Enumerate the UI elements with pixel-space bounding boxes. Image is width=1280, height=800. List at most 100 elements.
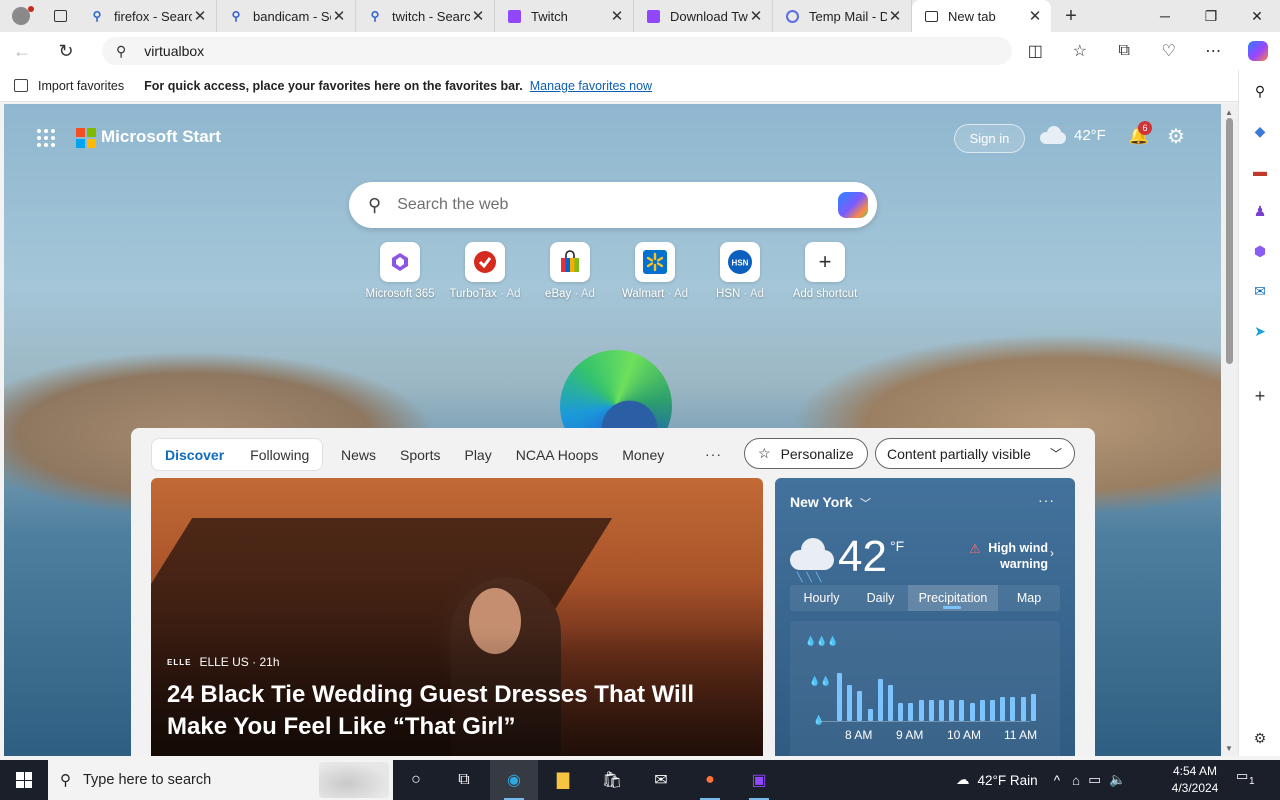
pivot-sports[interactable]: Sports [388, 438, 452, 471]
shortcut-hsn[interactable]: HSN HSN · Ad [697, 242, 783, 300]
scroll-up-icon[interactable]: ▲ [1225, 108, 1233, 117]
content-visibility-dropdown[interactable]: Content partially visible ﹀ [875, 438, 1075, 469]
outlook-icon[interactable]: ✉ [1250, 281, 1270, 301]
tab-temp-mail[interactable]: Temp Mail - Disposable ✕ [773, 0, 912, 32]
tab-firefox-search[interactable]: ⚲ firefox - Search ✕ [78, 0, 217, 32]
drop-send-icon[interactable]: ➤ [1250, 321, 1270, 341]
pivot-money[interactable]: Money [610, 438, 676, 471]
back-button[interactable]: ← [0, 32, 44, 70]
restore-icon[interactable]: ❐ [1188, 0, 1234, 32]
sign-in-button[interactable]: Sign in [954, 124, 1025, 153]
personalize-button[interactable]: ☆ Personalize [744, 438, 868, 469]
pivot-ncaa-hoops[interactable]: NCAA Hoops [504, 438, 610, 471]
more-options-icon[interactable]: ··· [1038, 492, 1055, 508]
search-input[interactable]: Search the web [397, 196, 508, 214]
chevron-down-icon[interactable]: ﹀ [860, 495, 871, 511]
scroll-down-icon[interactable]: ▼ [1225, 744, 1233, 753]
pivot-discover[interactable]: Discover [152, 438, 237, 471]
pivot-following[interactable]: Following [237, 438, 322, 471]
notification-center-icon[interactable]: ▭ 1 [1236, 768, 1260, 792]
scroll-thumb[interactable] [1226, 118, 1233, 364]
shortcut-microsoft-365[interactable]: Microsoft 365 [357, 242, 443, 300]
refresh-button[interactable]: ↻ [44, 32, 88, 70]
task-view-icon[interactable]: ⧉ [440, 760, 488, 800]
close-tab-icon[interactable]: ✕ [1027, 7, 1043, 25]
search-icon[interactable]: ⚲ [1250, 81, 1270, 101]
games-icon[interactable]: ♟ [1250, 201, 1270, 221]
twitch-taskbar-icon[interactable]: ▣ [735, 760, 783, 800]
clock[interactable]: 4:54 AM 4/3/2024 [1165, 763, 1225, 797]
weather-city[interactable]: New York [790, 494, 853, 510]
chevron-up-icon[interactable]: ^ [1054, 773, 1060, 788]
sidebar-settings-icon[interactable]: ⚙ [1250, 728, 1270, 748]
close-tab-icon[interactable]: ✕ [470, 7, 486, 25]
close-tab-icon[interactable]: ✕ [748, 7, 764, 25]
close-tab-icon[interactable]: ✕ [609, 7, 625, 25]
taskbar-search[interactable]: ⚲ Type here to search [48, 760, 393, 800]
close-tab-icon[interactable]: ✕ [887, 7, 903, 25]
mail-icon[interactable]: ✉ [637, 760, 685, 800]
taskbar-search-input[interactable]: Type here to search [83, 772, 211, 788]
store-icon[interactable]: 🛍 [588, 760, 636, 800]
firefox-icon[interactable]: ● [686, 760, 734, 800]
start-button[interactable] [0, 760, 48, 800]
new-tab-button[interactable]: + [1051, 0, 1091, 32]
page-scrollbar[interactable]: ▲ ▼ [1221, 104, 1238, 756]
brand-title[interactable]: Microsoft Start [101, 127, 221, 147]
weather-tab-precipitation[interactable]: Precipitation [908, 585, 998, 611]
address-bar[interactable]: ⚲ virtualbox [102, 37, 1012, 65]
split-screen-icon[interactable]: ◫ [1013, 32, 1058, 70]
settings-more-icon[interactable]: ⋯ [1191, 32, 1236, 70]
close-window-icon[interactable]: ✕ [1234, 0, 1280, 32]
import-favorites-button[interactable]: Import favorites [38, 79, 124, 93]
tab-new-tab[interactable]: New tab ✕ [912, 0, 1051, 32]
pivot-play[interactable]: Play [452, 438, 503, 471]
manage-favorites-link[interactable]: Manage favorites now [530, 79, 652, 93]
weather-tab-daily[interactable]: Daily [853, 585, 908, 611]
address-input[interactable]: virtualbox [144, 43, 204, 59]
header-weather[interactable]: 42°F [1040, 126, 1106, 144]
close-tab-icon[interactable]: ✕ [192, 7, 208, 25]
volume-muted-icon[interactable]: 🔈 [1109, 772, 1126, 788]
gear-icon[interactable]: ⚙ [1167, 124, 1185, 149]
shortcut-walmart[interactable]: Walmart · Ad [612, 242, 698, 300]
shortcut-ebay[interactable]: eBay · Ad [527, 242, 613, 300]
collections-icon[interactable]: ⧉ [1102, 32, 1147, 70]
web-search-box[interactable]: ⚲ Search the web [349, 182, 877, 228]
close-tab-icon[interactable]: ✕ [331, 7, 347, 25]
tray-weather[interactable]: 42°F Rain [978, 773, 1038, 788]
copilot-button[interactable] [1236, 32, 1280, 70]
tab-download-twitch[interactable]: Download Twitch ✕ [634, 0, 773, 32]
shopping-tag-icon[interactable]: ◆ [1250, 121, 1270, 141]
network-icon[interactable]: ⌂ [1072, 773, 1080, 788]
article-source[interactable]: ELLE ELLE US · 21h [167, 655, 280, 669]
app-launcher-icon[interactable] [37, 129, 55, 147]
cortana-icon[interactable]: ○ [392, 760, 440, 800]
browser-essentials-icon[interactable]: ♡ [1147, 32, 1192, 70]
tools-briefcase-icon[interactable]: ▬ [1250, 161, 1270, 181]
file-explorer-icon[interactable]: ▇ [539, 760, 587, 800]
tab-actions-button[interactable] [42, 0, 78, 32]
personalize-label: Personalize [780, 445, 854, 462]
pivot-news[interactable]: News [329, 438, 388, 471]
microsoft-365-icon[interactable]: ⬢ [1250, 241, 1270, 261]
article-headline[interactable]: 24 Black Tie Wedding Guest Dresses That … [167, 679, 747, 743]
more-categories-button[interactable]: ··· [705, 446, 722, 462]
edge-taskbar-icon[interactable]: ◉ [490, 760, 538, 800]
chevron-right-icon[interactable]: › [1050, 546, 1054, 560]
display-icon[interactable]: ▭ [1088, 772, 1101, 788]
minimize-icon[interactable]: ─ [1142, 0, 1188, 32]
weather-tab-hourly[interactable]: Hourly [790, 585, 853, 611]
copilot-icon[interactable] [838, 192, 868, 218]
hero-article-card[interactable]: ELLE ELLE US · 21h 24 Black Tie Wedding … [151, 478, 763, 756]
weather-tab-map[interactable]: Map [998, 585, 1060, 611]
add-app-icon[interactable]: + [1250, 386, 1270, 406]
tab-bandicam-search[interactable]: ⚲ bandicam - Search ✕ [217, 0, 356, 32]
profile-button[interactable] [0, 0, 42, 32]
weather-alert[interactable]: High wind warning [968, 540, 1048, 572]
favorites-star-icon[interactable]: ☆ [1058, 32, 1103, 70]
tab-twitch[interactable]: Twitch ✕ [495, 0, 634, 32]
shortcut-add[interactable]: + Add shortcut [782, 242, 868, 300]
shortcut-turbotax[interactable]: TurboTax · Ad [442, 242, 528, 300]
tab-twitch-search[interactable]: ⚲ twitch - Search ✕ [356, 0, 495, 32]
